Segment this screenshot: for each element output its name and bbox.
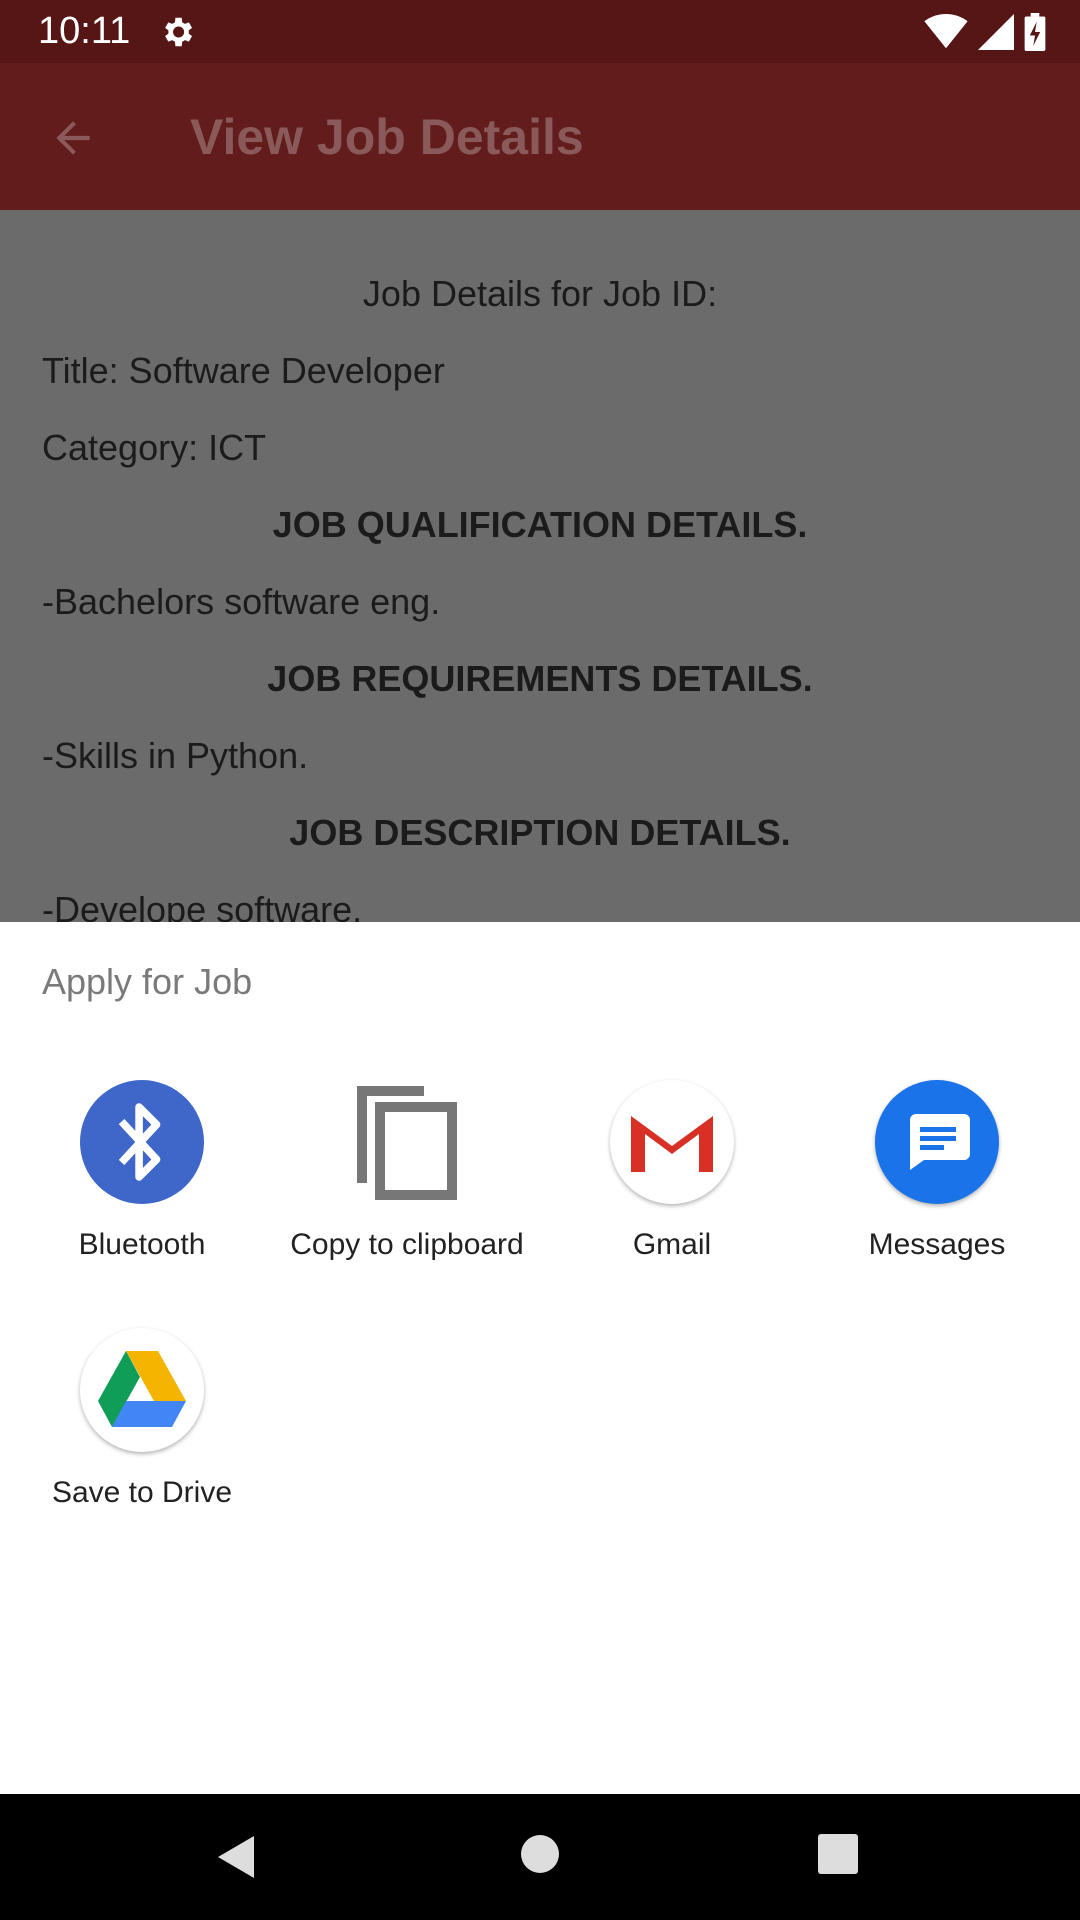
share-target-save-to-drive[interactable]: Save to Drive [10, 1328, 274, 1512]
recents-square-icon[interactable] [818, 1834, 858, 1874]
share-target-label: Copy to clipboard [290, 1228, 524, 1261]
settings-gear-icon [165, 17, 193, 47]
status-indicators [924, 12, 1046, 52]
status-time: 10:11 [38, 10, 131, 52]
battery-charging-icon [1024, 13, 1046, 51]
messages-icon [875, 1080, 999, 1204]
copy-icon [345, 1080, 469, 1204]
job-details-content: Job Details for Job ID: Title: Software … [0, 210, 1080, 922]
gmail-icon [610, 1080, 734, 1204]
job-category-line: Category: ICT [42, 427, 267, 468]
app-bar: View Job Details [0, 63, 1080, 210]
cell-signal-icon [978, 14, 1014, 50]
share-target-gmail[interactable]: Gmail [540, 1080, 804, 1264]
job-id-heading: Job Details for Job ID: [362, 273, 718, 314]
status-bar: 10:11 [0, 0, 1080, 63]
share-target-bluetooth[interactable]: Bluetooth [10, 1080, 274, 1264]
requirements-header: JOB REQUIREMENTS DETAILS. [267, 658, 813, 699]
share-target-label: Bluetooth [78, 1228, 206, 1261]
bluetooth-icon [80, 1080, 204, 1204]
share-target-label: Gmail [632, 1228, 712, 1261]
share-sheet: Apply for Job Bluetooth Copy to clipboar… [0, 922, 1080, 1794]
navigation-bar [0, 1794, 1080, 1920]
page-title: View Job Details [190, 109, 584, 165]
share-target-messages[interactable]: Messages [805, 1080, 1069, 1264]
share-target-label: Save to Drive [51, 1476, 233, 1509]
drive-icon [80, 1328, 204, 1452]
back-triangle-icon[interactable] [214, 1834, 258, 1880]
share-sheet-title: Apply for Job [42, 961, 253, 1002]
share-target-copy-to-clipboard[interactable]: Copy to clipboard [275, 1080, 539, 1264]
share-target-label: Messages [868, 1228, 1006, 1261]
requirements-text: -Skills in Python. [42, 735, 309, 776]
qualification-header: JOB QUALIFICATION DETAILS. [272, 504, 808, 545]
description-header: JOB DESCRIPTION DETAILS. [289, 812, 791, 853]
job-title-line: Title: Software Developer [42, 350, 445, 391]
back-arrow-icon[interactable] [48, 113, 98, 163]
qualification-text: -Bachelors software eng. [42, 581, 441, 622]
description-text: -Develope software. [42, 889, 363, 922]
home-circle-icon[interactable] [520, 1834, 560, 1874]
wifi-icon [924, 14, 968, 49]
